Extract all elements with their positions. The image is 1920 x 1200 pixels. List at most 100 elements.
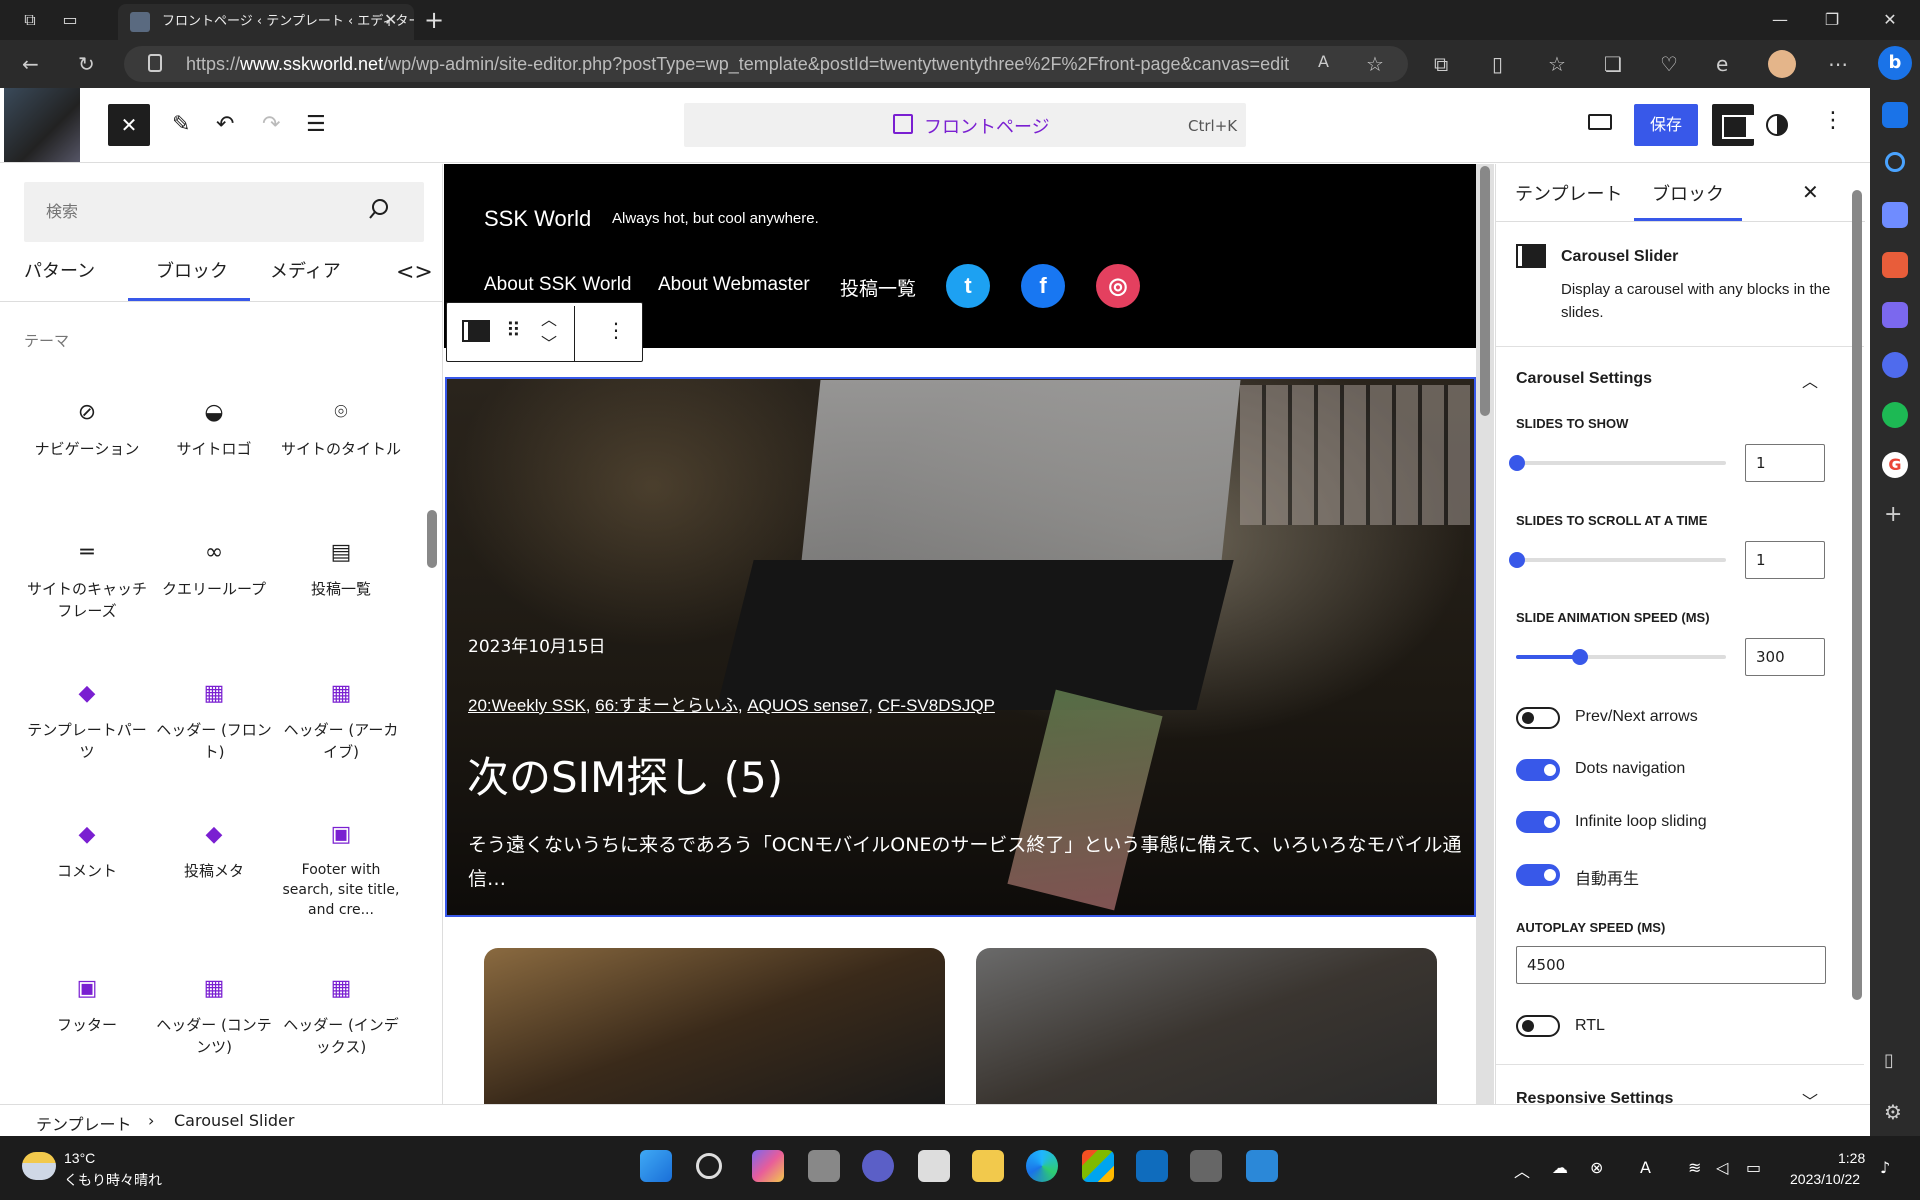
block-item[interactable]: ▦ ヘッダー (コンテンツ) — [151, 974, 277, 1058]
post-thumbnail[interactable] — [976, 948, 1437, 1108]
slides-to-show-slider[interactable] — [1516, 461, 1726, 465]
slides-to-show-input[interactable]: 1 — [1745, 444, 1825, 482]
tools-icon[interactable] — [1882, 252, 1908, 278]
collections-icon[interactable]: ❏ — [1604, 52, 1622, 76]
redo-icon[interactable]: ↷ — [262, 112, 280, 137]
address-bar[interactable]: https://www.sskworld.net/wp/wp-admin/sit… — [124, 46, 1408, 82]
anim-speed-slider[interactable] — [1516, 655, 1726, 659]
category-link[interactable]: AQUOS sense7 — [747, 696, 868, 715]
block-item[interactable]: ▣ Footer with search, site title, and cre… — [278, 820, 404, 920]
file-explorer-icon[interactable] — [972, 1150, 1004, 1182]
shopping-icon[interactable] — [1882, 202, 1908, 228]
spotify-icon[interactable] — [1882, 402, 1908, 428]
search-sidebar-icon[interactable] — [1885, 152, 1905, 172]
clock-time[interactable]: 1:28 — [1838, 1150, 1865, 1166]
move-down-icon[interactable]: ﹀ — [541, 330, 557, 354]
block-options-icon[interactable]: ⋮ — [606, 318, 626, 342]
rtl-toggle[interactable] — [1516, 1015, 1560, 1037]
inserter-scrollbar[interactable] — [427, 510, 437, 568]
browser-tab[interactable]: フロントページ ‹ テンプレート ‹ エディター — [118, 4, 414, 40]
facebook-icon[interactable]: f — [1021, 264, 1065, 308]
category-link[interactable]: CF-SV8DSJQP — [878, 696, 995, 715]
sidebar-layout-icon[interactable]: ▯ — [1884, 1050, 1894, 1071]
tab-actions-icon[interactable]: ▭ — [58, 8, 82, 32]
slider-thumb[interactable] — [1509, 455, 1525, 471]
sidebar-settings-icon[interactable]: ⚙ — [1884, 1100, 1902, 1124]
block-item[interactable]: ▣ フッター — [24, 974, 150, 1036]
block-item[interactable]: ▦ ヘッダー (インデックス) — [278, 974, 404, 1058]
undo-icon[interactable]: ↶ — [216, 112, 234, 137]
window-close-icon[interactable]: ✕ — [1870, 4, 1910, 36]
post-thumbnail[interactable] — [484, 948, 945, 1108]
breadcrumb-item[interactable]: テンプレート — [36, 1111, 132, 1135]
new-tab-icon[interactable]: + — [424, 6, 444, 34]
prev-next-toggle[interactable] — [1516, 707, 1560, 729]
tray-app-icon[interactable]: A — [1640, 1158, 1651, 1177]
settings-scrollbar[interactable] — [1852, 190, 1862, 1000]
close-settings-icon[interactable]: ✕ — [1802, 180, 1819, 204]
site-title[interactable]: SSK World — [484, 206, 591, 232]
options-menu-icon[interactable]: ⋮ — [1822, 108, 1844, 133]
notification-icon[interactable]: ♪ — [1880, 1158, 1890, 1177]
document-title[interactable]: フロントページ — [924, 113, 1050, 139]
outlook-icon[interactable] — [1136, 1150, 1168, 1182]
tray-chevron-icon[interactable]: ︿ — [1514, 1158, 1530, 1182]
document-overview-icon[interactable]: ☰ — [306, 112, 326, 137]
back-icon[interactable]: ← — [22, 52, 39, 76]
autoplay-speed-input[interactable]: 4500 — [1516, 946, 1826, 984]
settings-panel-toggle[interactable] — [1712, 104, 1754, 146]
chevron-up-icon[interactable]: ︿ — [1802, 368, 1818, 392]
site-tagline[interactable]: Always hot, but cool anywhere. — [612, 210, 819, 227]
close-inserter-button[interactable]: ✕ — [108, 104, 150, 146]
weather-description[interactable]: くもり時々晴れ — [64, 1170, 162, 1190]
block-item[interactable]: ▦ ヘッダー (アーカイブ) — [278, 679, 404, 763]
search-taskbar-icon[interactable] — [696, 1153, 722, 1179]
block-item[interactable]: ∞ クエリーループ — [151, 538, 277, 600]
drag-handle-icon[interactable]: ⠿ — [506, 318, 521, 342]
edge-taskbar-icon[interactable] — [1026, 1150, 1058, 1182]
app-icon[interactable] — [1190, 1150, 1222, 1182]
settings-more-icon[interactable]: ⋯ — [1828, 52, 1848, 76]
favorites-icon[interactable]: ☆ — [1548, 52, 1566, 76]
copilot-taskbar-icon[interactable] — [752, 1150, 784, 1182]
app-icon[interactable] — [918, 1150, 950, 1182]
block-item[interactable]: ⊘ ナビゲーション — [24, 398, 150, 460]
instagram-icon[interactable]: ◎ — [1096, 264, 1140, 308]
volume-icon[interactable]: ◁ — [1716, 1158, 1728, 1177]
anim-speed-input[interactable]: 300 — [1745, 638, 1825, 676]
mail-icon[interactable] — [1246, 1150, 1278, 1182]
slides-to-scroll-input[interactable]: 1 — [1745, 541, 1825, 579]
post-title[interactable]: 次のSIM探し (5) — [467, 744, 783, 805]
tray-app-icon[interactable]: ⊗ — [1590, 1158, 1603, 1177]
wifi-icon[interactable]: ≋ — [1688, 1158, 1701, 1177]
breadcrumb-item[interactable]: Carousel Slider — [174, 1111, 294, 1130]
canvas-scrollbar[interactable] — [1480, 166, 1490, 416]
nav-link[interactable]: About Webmaster — [658, 274, 810, 296]
clock-date[interactable]: 2023/10/22 — [1790, 1171, 1860, 1187]
onedrive-icon[interactable]: ☁ — [1552, 1158, 1568, 1177]
site-icon[interactable] — [4, 88, 80, 162]
games-icon[interactable] — [1882, 302, 1908, 328]
tab-blocks[interactable]: ブロック — [156, 260, 228, 302]
block-search-input[interactable]: 検索 — [24, 182, 424, 242]
task-view-icon[interactable] — [808, 1150, 840, 1182]
block-item[interactable]: ◆ テンプレートパーツ — [24, 679, 150, 763]
reload-icon[interactable]: ↻ — [78, 52, 95, 76]
tab-close-icon[interactable]: ✕ — [384, 10, 397, 29]
blocks-collection-icon[interactable]: <> — [396, 260, 433, 285]
slides-to-scroll-slider[interactable] — [1516, 558, 1726, 562]
block-item[interactable]: ◆ コメント — [24, 820, 150, 882]
m365-icon[interactable] — [1882, 352, 1908, 378]
carousel-block-icon[interactable] — [462, 320, 490, 342]
restore-icon[interactable]: ❐ — [1812, 4, 1852, 36]
google-icon[interactable]: G — [1882, 452, 1908, 478]
workspaces-icon[interactable]: ⧉ — [18, 8, 42, 32]
device-preview-icon[interactable] — [1588, 114, 1612, 130]
category-link[interactable]: 20:Weekly SSK — [468, 696, 586, 715]
tab-block[interactable]: ブロック — [1652, 180, 1724, 206]
notification-bell-icon[interactable] — [1882, 102, 1908, 128]
move-up-icon[interactable]: ︿ — [541, 306, 557, 330]
carousel-settings-title[interactable]: Carousel Settings — [1516, 370, 1652, 388]
add-sidebar-app-icon[interactable]: + — [1884, 502, 1902, 527]
profile-avatar[interactable] — [1768, 50, 1796, 78]
